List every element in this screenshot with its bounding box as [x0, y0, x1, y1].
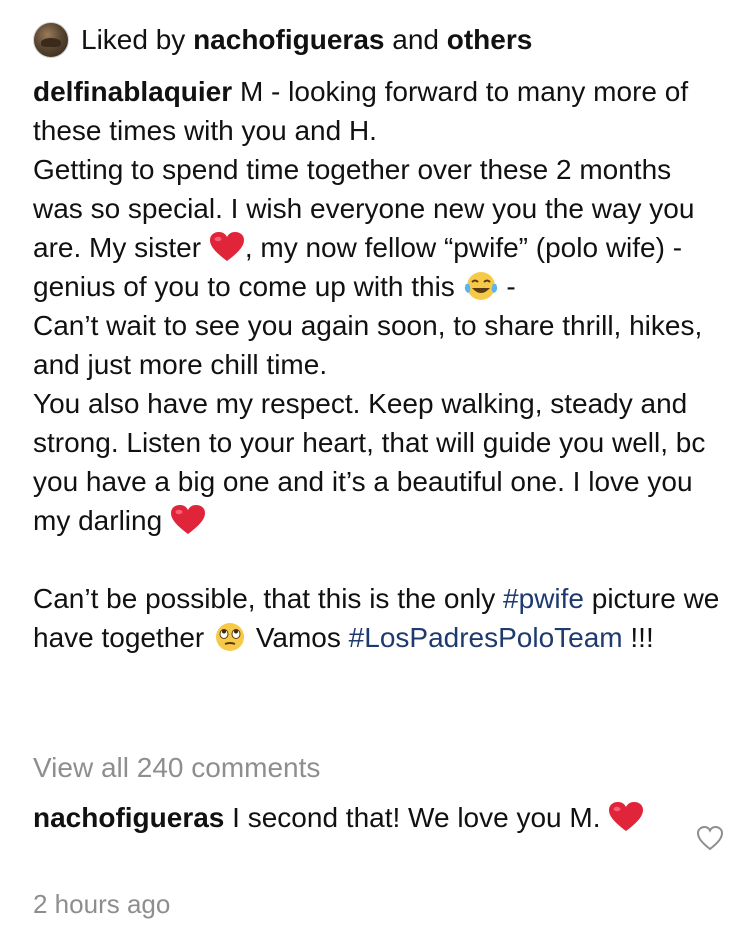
- caption-para-3: Can’t wait to see you again soon, to sha…: [33, 310, 703, 380]
- like-comment-heart-icon[interactable]: [695, 823, 725, 853]
- caption-para5-a: Can’t be possible, that this is the only: [33, 583, 496, 614]
- likes-text: Liked by nachofigueras and others: [81, 20, 532, 60]
- liker-username[interactable]: nachofigueras: [193, 24, 384, 55]
- hashtag-lospadrespoloteam-link[interactable]: #LosPadresPoloTeam: [349, 622, 623, 653]
- caption-author[interactable]: delfinablaquier: [33, 76, 232, 107]
- likes-others-link[interactable]: others: [447, 24, 533, 55]
- caption-para-1: delfinablaquier M - looking forward to m…: [33, 72, 723, 150]
- rolling-eyes-emoji: [212, 621, 248, 653]
- likes-middle: and: [392, 24, 439, 55]
- caption-para4-text: You also have my respect. Keep walking, …: [33, 388, 706, 536]
- caption-para-4: You also have my respect. Keep walking, …: [33, 384, 723, 540]
- caption-para5-d: !!!: [630, 622, 654, 653]
- liker-avatar[interactable]: [33, 22, 69, 58]
- caption-para-2: Getting to spend time together over thes…: [33, 150, 723, 306]
- comment-author[interactable]: nachofigueras: [33, 802, 224, 833]
- hashtag-pwife-link[interactable]: #pwife: [503, 583, 584, 614]
- comment-timestamp: 2 hours ago: [33, 889, 171, 919]
- red-heart-emoji: [170, 504, 206, 536]
- red-heart-emoji: [209, 231, 245, 263]
- caption-para-5: Can’t be possible, that this is the only…: [33, 579, 723, 657]
- tears-of-joy-emoji: [463, 270, 499, 302]
- red-heart-emoji: [608, 801, 644, 833]
- likes-prefix: Liked by: [81, 24, 186, 55]
- post-caption: delfinablaquier M - looking forward to m…: [33, 72, 723, 657]
- likes-row[interactable]: Liked by nachofigueras and others: [33, 20, 532, 60]
- comment-item: nachofigueras I second that! We love you…: [33, 798, 673, 837]
- view-all-comments-link[interactable]: View all 240 comments: [33, 748, 320, 788]
- caption-para5-c: Vamos: [255, 622, 341, 653]
- comment-text: I second that! We love you M.: [232, 802, 601, 833]
- post-comments-panel: Liked by nachofigueras and others delfin…: [0, 0, 750, 942]
- caption-para2-c: -: [506, 271, 516, 302]
